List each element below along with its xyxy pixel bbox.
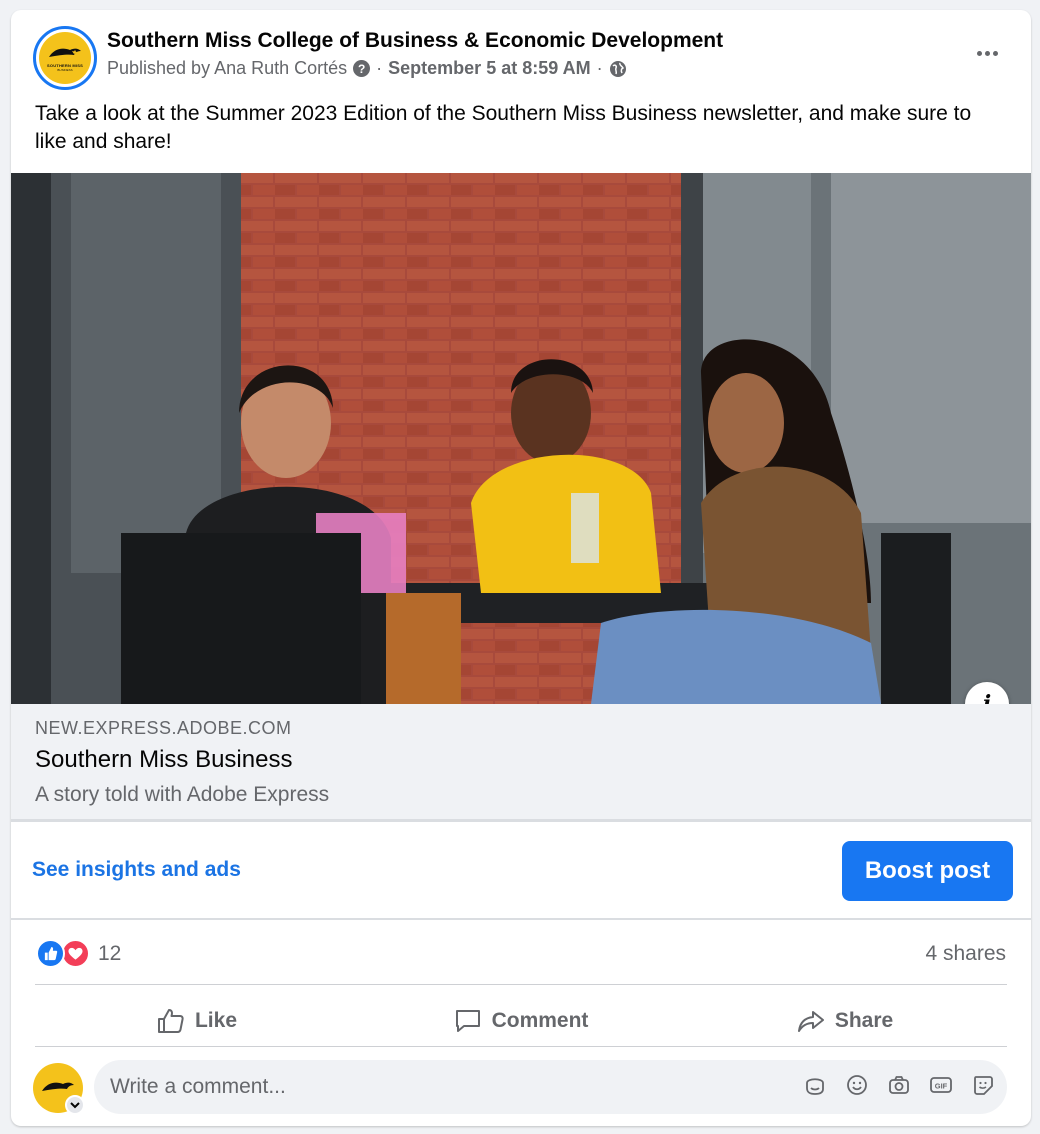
globe-icon[interactable] — [609, 60, 627, 78]
reactions-summary[interactable]: 12 — [36, 939, 121, 968]
gif-icon[interactable]: GIF — [929, 1073, 953, 1097]
post-card: SOUTHERN MISS BUSINESS Southern Miss Col… — [11, 10, 1031, 1126]
post-meta: Published by Ana Ruth Cortés ? · Septemb… — [107, 58, 627, 79]
comment-label: Comment — [491, 1009, 589, 1032]
see-insights-link[interactable]: See insights and ads — [32, 858, 241, 882]
shares-count[interactable]: 4 shares — [925, 942, 1006, 966]
comment-button[interactable]: Comment — [359, 995, 683, 1047]
page-name-link[interactable]: Southern Miss College of Business & Econ… — [107, 29, 723, 53]
like-label: Like — [194, 1009, 238, 1032]
camera-icon[interactable] — [887, 1073, 911, 1097]
eagle-logo-icon — [42, 1082, 74, 1091]
eagle-logo-icon — [49, 48, 81, 57]
svg-text:GIF: GIF — [935, 1082, 948, 1091]
post-date-link[interactable]: September 5 at 8:59 AM — [388, 58, 590, 79]
divider — [35, 984, 1007, 985]
page-logo: SOUTHERN MISS BUSINESS — [39, 32, 91, 84]
boost-post-button[interactable]: Boost post — [842, 841, 1013, 901]
thumbs-up-icon — [157, 1009, 184, 1033]
meta-separator-2: · — [596, 58, 603, 78]
more-icon[interactable] — [969, 40, 1005, 66]
share-button[interactable]: Share — [683, 995, 1007, 1047]
link-domain: NEW.EXPRESS.ADOBE.COM — [35, 718, 292, 738]
sticker-icon[interactable] — [971, 1073, 995, 1097]
post-text: Take a look at the Summer 2023 Edition o… — [35, 102, 972, 153]
students-photo — [11, 173, 1031, 704]
smiley-icon[interactable] — [845, 1073, 869, 1097]
chevron-down-icon[interactable] — [65, 1095, 85, 1115]
link-preview-image[interactable] — [11, 173, 1031, 704]
page-avatar[interactable]: SOUTHERN MISS BUSINESS — [33, 26, 97, 90]
emoji-sticker-icon[interactable] — [803, 1073, 827, 1097]
avatar-subtext: BUSINESS — [57, 67, 73, 72]
link-preview[interactable]: NEW.EXPRESS.ADOBE.COM Southern Miss Busi… — [11, 704, 1031, 822]
published-by: Published by Ana Ruth Cortés — [107, 58, 348, 78]
love-reaction-icon — [61, 939, 90, 968]
divider — [11, 918, 1031, 920]
comment-composer[interactable]: GIF — [94, 1060, 1007, 1114]
share-label: Share — [834, 1009, 894, 1032]
composer-icons: GIF — [803, 1073, 995, 1097]
share-icon — [797, 1011, 824, 1032]
link-subtitle: A story told with Adobe Express — [35, 783, 330, 806]
reaction-count: 12 — [98, 941, 122, 965]
like-reaction-icon — [36, 939, 65, 968]
question-icon[interactable]: ? — [353, 60, 371, 77]
action-bar: Like Comment Share — [35, 995, 1007, 1047]
like-button[interactable]: Like — [35, 995, 359, 1047]
comment-input[interactable] — [110, 1075, 770, 1099]
link-title: Southern Miss Business — [35, 746, 293, 773]
comment-icon — [455, 1010, 480, 1032]
divider — [35, 1046, 1007, 1047]
meta-separator: · — [376, 58, 383, 78]
